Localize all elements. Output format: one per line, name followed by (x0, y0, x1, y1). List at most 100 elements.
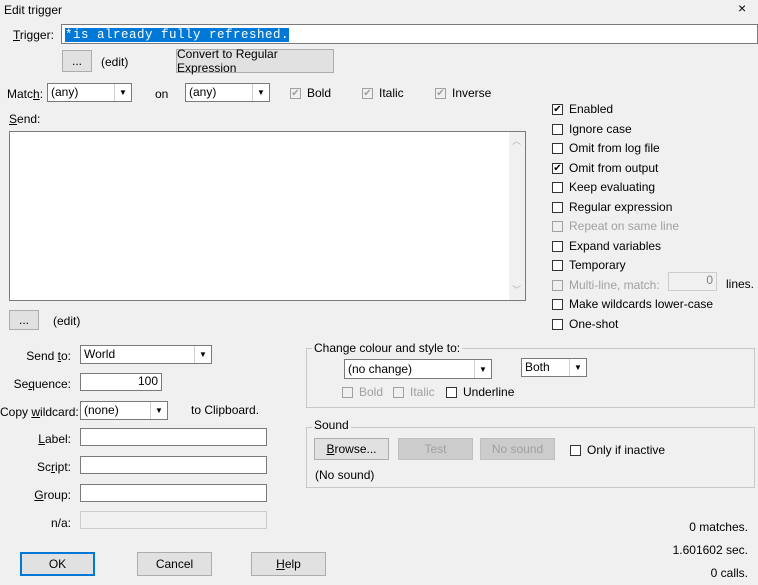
checkbox-checked-icon: ✔ (552, 162, 563, 174)
trigger-input[interactable]: *is already fully refreshed. (61, 24, 758, 44)
colour-italic-checkbox[interactable]: Italic (393, 385, 435, 399)
checkbox-icon (552, 318, 563, 330)
trigger-edit-dots-button[interactable]: ... (62, 50, 92, 72)
colour-select[interactable]: (no change) ▼ (344, 359, 492, 379)
chevron-down-icon: ▼ (114, 84, 131, 101)
copy-wildcard-label: Copy wildcard: (0, 405, 79, 419)
group-field-label: Group: (34, 488, 71, 502)
multiline-lines-input[interactable]: 0 (668, 272, 717, 291)
label-input[interactable] (80, 428, 267, 446)
option-label: Ignore case (569, 122, 632, 136)
option-temporary-checkbox[interactable]: Temporary (552, 258, 626, 272)
group-input[interactable] (80, 484, 267, 502)
option-ignore-case-checkbox[interactable]: Ignore case (552, 122, 632, 136)
multiline-lines-suffix: lines. (726, 277, 755, 291)
trigger-edit-link[interactable]: (edit) (101, 55, 128, 69)
checkbox-icon (552, 201, 563, 213)
na-input (80, 511, 267, 529)
option-expand-variables-checkbox[interactable]: Expand variables (552, 239, 661, 253)
match-background-select[interactable]: (any) ▼ (185, 83, 270, 102)
elapsed-time: 1.601602 sec. (672, 543, 748, 557)
match-italic-checkbox[interactable]: ✔ Italic (362, 86, 404, 100)
option-label: Keep evaluating (569, 180, 656, 194)
checkbox-checked-icon: ✔ (435, 87, 446, 99)
script-input[interactable] (80, 456, 267, 474)
chevron-down-icon: ▼ (252, 84, 269, 101)
ok-button[interactable]: OK (20, 552, 95, 576)
match-foreground-select[interactable]: (any) ▼ (47, 83, 132, 102)
option-label: Temporary (569, 258, 626, 272)
script-field-label: Script: (36, 460, 71, 474)
option-label: Make wildcards lower-case (569, 297, 714, 311)
option-label: Expand variables (569, 239, 662, 253)
matches-count: 0 matches. (689, 520, 748, 534)
calls-count: 0 calls. (710, 566, 748, 580)
option-repeat-on-same-line-checkbox: Repeat on same line (552, 219, 679, 233)
checkbox-icon (552, 220, 563, 232)
chevron-down-icon: ▼ (150, 402, 167, 419)
label-field-label: Label: (38, 432, 71, 446)
checkbox-icon (552, 298, 563, 310)
option-omit-from-output-checkbox[interactable]: ✔ Omit from output (552, 161, 658, 175)
option-one-shot-checkbox[interactable]: One-shot (552, 317, 618, 331)
no-sound-button[interactable]: No sound (480, 438, 555, 460)
match-bold-checkbox[interactable]: ✔ Bold (290, 86, 331, 100)
help-button[interactable]: Help (251, 552, 326, 576)
match-inverse-checkbox[interactable]: ✔ Inverse (435, 86, 491, 100)
convert-regex-button[interactable]: Convert to Regular Expression (176, 47, 334, 75)
option-label: Omit from log file (569, 141, 660, 155)
option-label: Regular expression (569, 200, 673, 214)
match-label: Match: (7, 87, 44, 101)
trigger-label: Trigger: (13, 28, 54, 42)
na-field-label: n/a: (50, 516, 71, 530)
option-label: Omit from output (569, 161, 659, 175)
send-label: Send: (9, 112, 41, 126)
copy-wildcard-select[interactable]: (none) ▼ (80, 401, 168, 420)
chevron-down-icon: ▼ (569, 359, 586, 376)
checkbox-icon (552, 279, 563, 291)
only-if-inactive-checkbox[interactable]: Only if inactive (570, 443, 665, 457)
checkbox-checked-icon: ✔ (362, 87, 373, 99)
option-omit-from-log-file-checkbox[interactable]: Omit from log file (552, 141, 660, 155)
style-select[interactable]: Both ▼ (521, 358, 587, 377)
test-sound-button[interactable]: Test (398, 438, 473, 460)
checkbox-icon (552, 123, 563, 135)
colour-underline-checkbox[interactable]: Underline (446, 385, 514, 399)
trigger-selected-text: *is already fully refreshed. (65, 28, 290, 42)
send-textarea[interactable]: ︿ ﹀ (9, 131, 526, 301)
checkbox-icon (552, 259, 563, 271)
send-scrollbar[interactable]: ︿ ﹀ (509, 132, 525, 300)
send-to-select[interactable]: World ▼ (80, 345, 212, 364)
option-label: Repeat on same line (569, 219, 680, 233)
option-multi-line-match-checkbox: Multi-line, match: (552, 278, 660, 292)
option-keep-evaluating-checkbox[interactable]: Keep evaluating (552, 180, 655, 194)
window-title: Edit trigger (4, 3, 63, 17)
sequence-input[interactable]: 100 (80, 373, 162, 391)
chevron-down-icon: ▼ (474, 360, 491, 378)
checkbox-icon (552, 240, 563, 252)
copy-wildcard-suffix: to Clipboard. (191, 403, 260, 417)
option-enabled-checkbox[interactable]: ✔ Enabled (552, 102, 613, 116)
close-icon[interactable]: × (738, 0, 746, 16)
checkbox-icon (446, 386, 457, 398)
option-label: Enabled (569, 102, 614, 116)
sequence-label: Sequence: (13, 377, 71, 391)
send-edit-link[interactable]: (edit) (53, 314, 80, 328)
scroll-down-icon[interactable]: ﹀ (512, 283, 521, 298)
browse-sound-button[interactable]: Browse... (314, 438, 389, 460)
cancel-button[interactable]: Cancel (137, 552, 212, 576)
checkbox-icon (393, 386, 404, 398)
send-to-label: Send to: (26, 349, 71, 363)
checkbox-icon (552, 181, 563, 193)
option-make-wildcards-lower-case-checkbox[interactable]: Make wildcards lower-case (552, 297, 713, 311)
option-label: One-shot (569, 317, 619, 331)
colour-bold-checkbox[interactable]: Bold (342, 385, 383, 399)
scroll-up-icon[interactable]: ︿ (512, 134, 521, 149)
sound-group-title: Sound (312, 418, 351, 432)
match-on-label: on (155, 87, 169, 101)
checkbox-checked-icon: ✔ (552, 103, 563, 115)
option-regular-expression-checkbox[interactable]: Regular expression (552, 200, 672, 214)
chevron-down-icon: ▼ (194, 346, 211, 363)
send-edit-dots-button[interactable]: ... (9, 310, 39, 330)
checkbox-checked-icon: ✔ (290, 87, 301, 99)
